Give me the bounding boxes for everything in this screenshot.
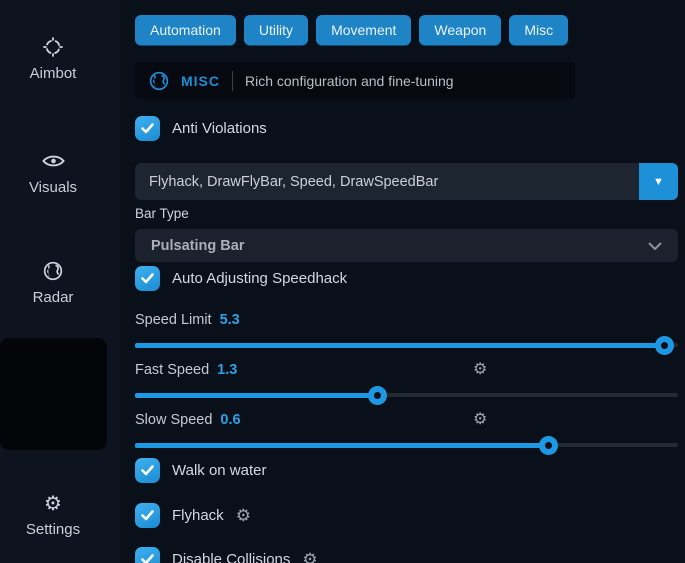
speed-limit-label-row: Speed Limit 5.3 (135, 311, 678, 328)
fast-speed-label-row: Fast Speed 1.3 ⚙ (135, 361, 678, 378)
sidebar-item-visuals[interactable]: Visuals (0, 150, 106, 196)
crosshair-icon (42, 36, 64, 58)
sidebar: Aimbot Visuals Radar • • • Misc ⚙ Settin… (0, 0, 120, 563)
fast-speed-value: 1.3 (217, 362, 237, 378)
bar-type-label: Bar Type (135, 206, 678, 221)
divider (232, 71, 233, 91)
section-title: MISC (181, 73, 220, 89)
walk-on-water-checkbox[interactable] (135, 458, 160, 483)
tab-automation[interactable]: Automation (135, 15, 236, 45)
sidebar-item-label: Radar (33, 289, 74, 306)
slow-speed-label: Slow Speed (135, 412, 212, 428)
tab-utility[interactable]: Utility (244, 15, 308, 45)
anti-violations-checkbox[interactable] (135, 116, 160, 141)
sidebar-item-aimbot[interactable]: Aimbot (0, 36, 106, 82)
auto-adjusting-row: Auto Adjusting Speedhack (135, 266, 678, 291)
auto-adjusting-label: Auto Adjusting Speedhack (172, 270, 347, 287)
slider-fill (135, 443, 548, 448)
fast-speed-slider[interactable] (135, 385, 678, 405)
slider-fill (135, 343, 664, 348)
tab-misc[interactable]: Misc (509, 15, 568, 45)
flyhack-row: Flyhack ⚙ (135, 503, 678, 528)
sidebar-item-settings[interactable]: ⚙ Settings (0, 492, 106, 538)
slow-speed-label-row: Slow Speed 0.6 ⚙ (135, 411, 678, 428)
walk-on-water-row: Walk on water (135, 458, 678, 483)
bar-multiselect-value: Flyhack, DrawFlyBar, Speed, DrawSpeedBar (135, 174, 438, 190)
bar-type-select[interactable]: Pulsating Bar (135, 229, 678, 262)
globe-icon (43, 260, 63, 282)
disable-collisions-checkbox[interactable] (135, 547, 160, 563)
disable-collisions-label: Disable Collisions (172, 551, 290, 563)
bar-type-value: Pulsating Bar (151, 238, 244, 254)
main-panel: Automation Utility Movement Weapon Misc … (120, 0, 685, 563)
disable-collisions-row: Disable Collisions ⚙ (135, 547, 678, 563)
sidebar-item-radar[interactable]: Radar (0, 260, 106, 306)
slow-speed-value: 0.6 (220, 412, 240, 428)
tab-movement[interactable]: Movement (316, 15, 411, 45)
gear-icon[interactable]: ⚙ (473, 361, 487, 378)
sidebar-item-label: Visuals (29, 179, 77, 196)
slider-handle[interactable] (655, 336, 674, 355)
dropdown-arrow-button[interactable]: ▼ (639, 163, 678, 200)
bar-multiselect[interactable]: Flyhack, DrawFlyBar, Speed, DrawSpeedBar… (135, 163, 678, 200)
slider-fill (135, 393, 377, 398)
anti-violations-row: Anti Violations (135, 116, 678, 141)
gear-icon[interactable]: ⚙ (236, 507, 251, 524)
slow-speed-slider[interactable] (135, 435, 678, 455)
auto-adjusting-checkbox[interactable] (135, 266, 160, 291)
speed-limit-label: Speed Limit (135, 312, 212, 328)
eye-icon (42, 150, 65, 172)
slider-handle[interactable] (539, 436, 558, 455)
fast-speed-label: Fast Speed (135, 362, 209, 378)
flyhack-label: Flyhack (172, 507, 224, 524)
gear-icon: ⚙ (44, 492, 62, 514)
category-tabs: Automation Utility Movement Weapon Misc (135, 15, 678, 45)
chevron-down-icon (648, 242, 662, 250)
globe-icon (149, 71, 169, 91)
tab-weapon[interactable]: Weapon (419, 15, 501, 45)
anti-violations-label: Anti Violations (172, 120, 267, 137)
walk-on-water-label: Walk on water (172, 462, 266, 479)
gear-icon[interactable]: ⚙ (473, 411, 487, 428)
flyhack-checkbox[interactable] (135, 503, 160, 528)
section-header: MISC Rich configuration and fine-tuning (135, 62, 575, 99)
speed-limit-value: 5.3 (220, 312, 240, 328)
sidebar-item-misc-active[interactable]: • • • Misc (0, 338, 107, 450)
sidebar-item-label: Aimbot (30, 65, 77, 82)
section-subtitle: Rich configuration and fine-tuning (245, 73, 454, 89)
speed-limit-slider[interactable] (135, 335, 678, 355)
slider-handle[interactable] (368, 386, 387, 405)
sidebar-item-label: Settings (26, 521, 80, 538)
gear-icon[interactable]: ⚙ (302, 551, 317, 563)
